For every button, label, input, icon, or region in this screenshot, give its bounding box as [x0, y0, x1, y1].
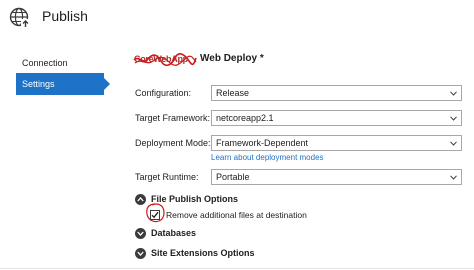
target-framework-label: Target Framework: [135, 113, 211, 123]
target-runtime-label: Target Runtime: [135, 172, 199, 182]
deployment-modes-link[interactable]: Learn about deployment modes [211, 153, 324, 162]
profile-title: Web Deploy * [200, 53, 264, 64]
target-framework-select[interactable]: netcoreapp2.1 [211, 110, 462, 126]
chevron-down-icon [450, 91, 457, 96]
expand-icon [135, 228, 146, 239]
nav-item-connection[interactable]: Connection [16, 52, 101, 74]
chevron-down-icon [450, 141, 457, 146]
target-framework-value: netcoreapp2.1 [216, 113, 274, 123]
chevron-down-icon [450, 175, 457, 180]
publish-content: Connection Settings CoreWebApp Web Deplo… [0, 38, 474, 270]
remove-files-checkbox[interactable] [150, 210, 160, 220]
checkmark-icon [151, 211, 159, 219]
databases-label: Databases [151, 228, 197, 238]
remove-files-label: Remove additional files at destination [166, 210, 307, 220]
deployment-mode-select[interactable]: Framework-Dependent [211, 135, 462, 151]
chevron-down-icon [450, 116, 457, 121]
expand-icon [135, 248, 146, 259]
configuration-label: Configuration: [135, 88, 192, 98]
settings-nav: Connection Settings [0, 38, 118, 270]
target-runtime-value: Portable [216, 172, 250, 182]
window-title: Publish [42, 8, 88, 24]
bottom-divider [0, 268, 474, 269]
nav-item-settings[interactable]: Settings [16, 73, 110, 95]
title-bar: Publish [0, 0, 474, 38]
deployment-mode-label: Deployment Mode: [135, 138, 211, 148]
site-extensions-label: Site Extensions Options [151, 248, 255, 258]
redacted-profile-name: CoreWebApp [134, 54, 188, 64]
configuration-value: Release [216, 88, 250, 98]
configuration-select[interactable]: Release [211, 85, 462, 101]
globe-publish-icon [9, 7, 30, 28]
target-runtime-select[interactable]: Portable [211, 169, 462, 185]
deployment-mode-value: Framework-Dependent [216, 138, 309, 148]
